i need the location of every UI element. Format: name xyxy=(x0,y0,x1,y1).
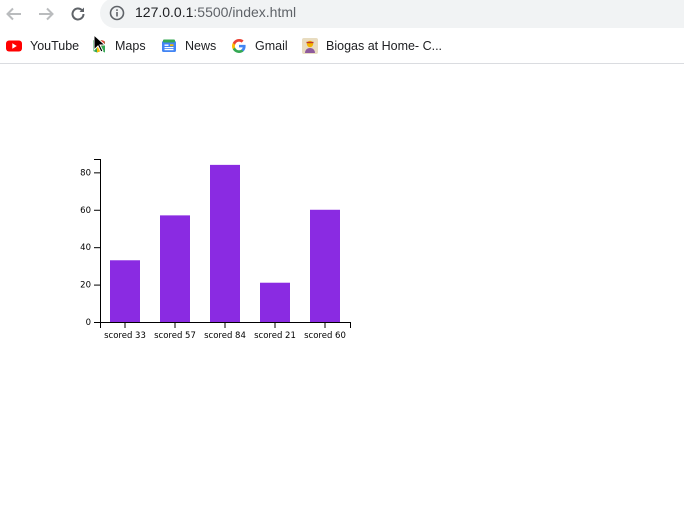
bar xyxy=(160,215,190,322)
y-tick-label: 40 xyxy=(80,243,91,253)
y-tick-label: 20 xyxy=(80,281,91,291)
x-axis: scored 33 scored 57 scored 84 scored 21 scor… xyxy=(100,322,351,341)
x-tick-label: scored 21 xyxy=(254,331,296,341)
x-tick-label: scored 60 xyxy=(304,331,346,341)
y-tick-label: 0 xyxy=(86,318,91,328)
bar xyxy=(310,209,340,322)
x-tick-label: scored 33 xyxy=(104,331,146,341)
x-tick-label: scored 57 xyxy=(154,331,196,341)
bar xyxy=(260,282,290,322)
y-tick-label: 80 xyxy=(80,168,91,178)
y-axis: 0 20 40 60 80 xyxy=(80,159,101,328)
y-axis-line xyxy=(94,159,101,323)
bar xyxy=(110,260,140,322)
bar xyxy=(210,164,240,322)
bars-group xyxy=(110,164,340,322)
y-tick-label: 60 xyxy=(80,206,91,216)
x-tick-label: scored 84 xyxy=(204,331,246,341)
bar-chart: 020406080 scored 33 scored 57 scored 84 sco… xyxy=(80,159,351,341)
